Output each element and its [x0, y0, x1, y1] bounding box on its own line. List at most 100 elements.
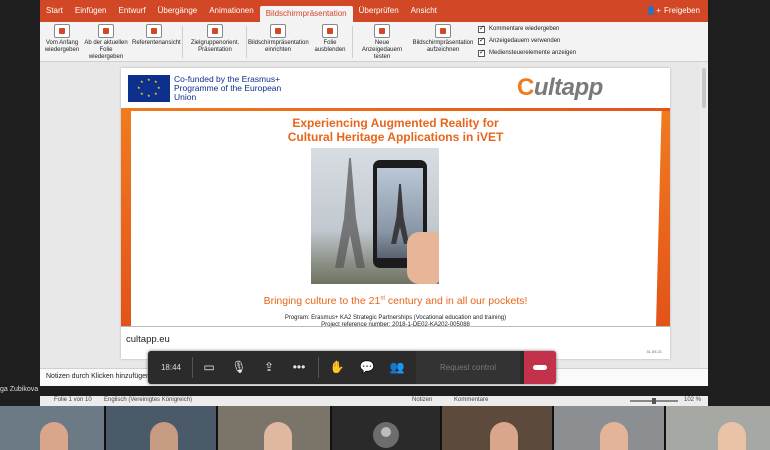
share-button[interactable]: 👤+ Freigeben	[646, 0, 700, 22]
participant-video	[150, 422, 178, 450]
meeting-timer: 18:44	[160, 363, 182, 372]
hand-icon: ✋	[329, 360, 345, 374]
slide-url: cultapp.eu	[126, 334, 170, 345]
ar-phone-photo	[311, 148, 439, 284]
eu-funding-text: Co-funded by the Erasmus+ Programme of t…	[174, 74, 282, 102]
ribbon-separator	[246, 26, 247, 58]
participant-tile[interactable]	[218, 406, 330, 450]
more-icon: •••	[292, 360, 306, 374]
participant-tile[interactable]	[442, 406, 552, 450]
participant-video	[718, 422, 746, 450]
checkbox-icon	[478, 36, 485, 45]
slide-title-line-2: Cultural Heritage Applications in iVET	[287, 130, 504, 144]
phone-tower-shape	[391, 184, 409, 244]
hide-slide-button[interactable]: Folie ausblenden	[310, 24, 350, 54]
participant-tile[interactable]	[106, 406, 216, 450]
setup-show-button[interactable]: Bildschirmpräsentation einrichten	[248, 24, 309, 54]
left-dark-strip	[0, 0, 40, 400]
record-label: Bildschirmpräsentation aufzeichnen	[412, 40, 474, 53]
ribbon-separator	[182, 26, 183, 58]
tab-review[interactable]: Überprüfen	[353, 0, 405, 22]
screen: Start Einfügen Entwurf Übergänge Animati…	[0, 0, 770, 450]
tab-start[interactable]: Start	[40, 0, 69, 22]
microphone-icon: 🎙	[231, 360, 247, 374]
avatar-placeholder-icon	[373, 422, 399, 448]
participants-button[interactable]: 👥	[382, 351, 412, 384]
custom-show-button[interactable]: Zielgruppenorient. Präsentation	[188, 24, 242, 54]
checkbox-icon	[478, 24, 485, 33]
raise-hand-button[interactable]: ✋	[322, 351, 352, 384]
from-start-button[interactable]: Vom Anfang wiedergeben	[44, 24, 80, 54]
from-start-label: Vom Anfang wiedergeben	[44, 40, 80, 53]
play-from-current-icon	[98, 24, 114, 38]
tab-design[interactable]: Entwurf	[113, 0, 152, 22]
logo-initial: C	[517, 74, 534, 101]
tagline-end: century and in all our pockets!	[385, 295, 528, 307]
language-indicator[interactable]: Englisch (Vereinigtes Königreich)	[104, 397, 192, 403]
hand-shape	[407, 232, 439, 284]
participant-tile[interactable]	[0, 406, 104, 450]
from-current-label: Ab der aktuellen Folie wiedergeben	[84, 40, 128, 60]
record-show-button[interactable]: Bildschirmpräsentation aufzeichnen	[412, 24, 474, 54]
slide-date: 31.05.21	[646, 349, 662, 354]
participants-icon: 👥	[389, 360, 405, 374]
chat-icon: 💬	[359, 360, 375, 374]
notes-placeholder: Notizen durch Klicken hinzufügen	[46, 373, 150, 380]
setup-show-icon	[270, 24, 286, 38]
zoom-slider-knob[interactable]	[652, 398, 656, 404]
checkbox-label: Kommentare wiedergeben	[489, 26, 560, 32]
tab-slideshow[interactable]: Bildschirmpräsentation	[259, 6, 353, 22]
camera-button[interactable]: ▭	[194, 351, 224, 384]
status-bar: Folie 1 von 10 Englisch (Vereinigtes Kön…	[40, 396, 708, 406]
rehearse-timings-button[interactable]: Neue Anzeigedauern testen	[354, 24, 410, 61]
footer-divider	[121, 326, 670, 327]
from-current-button[interactable]: Ab der aktuellen Folie wiedergeben	[82, 24, 130, 61]
tab-insert[interactable]: Einfügen	[69, 0, 113, 22]
add-person-icon: 👤+	[646, 6, 661, 15]
ribbon-panel: Vom Anfang wiedergeben Ab der aktuellen …	[40, 22, 708, 62]
presenter-view-label: Referentenansicht	[132, 40, 181, 46]
checkbox-media-controls[interactable]: Mediensteuerelemente anzeigen	[478, 47, 576, 59]
tagline-start: Bringing culture to the 21	[263, 295, 381, 307]
program-line: Program: Erasmus+ KA2 Strategic Partners…	[284, 315, 507, 321]
presenter-name: ga Zubikova	[0, 386, 39, 393]
playback-options: Kommentare wiedergeben Anzeigedauern ver…	[478, 23, 576, 59]
checkbox-label: Anzeigedauern verwenden	[489, 38, 561, 44]
play-from-start-icon	[54, 24, 70, 38]
slide-workspace[interactable]: ★ ★ ★ ★ ★ ★ ★ ★ Co-funded by the Erasmus+ Progr…	[40, 62, 708, 368]
orange-divider	[121, 108, 670, 111]
scrollbar-thumb[interactable]	[702, 68, 706, 108]
cultapp-logo: Cultapp	[517, 74, 603, 102]
checkbox-icon	[478, 48, 485, 57]
zoom-level[interactable]: 102 %	[684, 397, 701, 403]
microphone-button[interactable]: 🎙	[224, 351, 254, 384]
checkbox-use-timings[interactable]: Anzeigedauern verwenden	[478, 35, 576, 47]
vertical-scrollbar[interactable]	[700, 62, 708, 368]
participant-tile[interactable]	[554, 406, 664, 450]
checkbox-label: Mediensteuerelemente anzeigen	[489, 50, 577, 56]
logo-text: ultapp	[533, 74, 604, 101]
zoom-slider[interactable]	[630, 398, 678, 404]
custom-show-label: Zielgruppenorient. Präsentation	[190, 40, 240, 53]
more-options-button[interactable]: •••	[284, 351, 314, 384]
stopwatch-icon	[374, 24, 390, 38]
comments-toggle[interactable]: Kommentare	[454, 397, 488, 403]
tab-animations[interactable]: Animationen	[203, 0, 259, 22]
slide-canvas[interactable]: ★ ★ ★ ★ ★ ★ ★ ★ Co-funded by the Erasmus+ Progr…	[121, 68, 670, 359]
tab-view[interactable]: Ansicht	[405, 0, 443, 22]
ribbon-tab-bar: Start Einfügen Entwurf Übergänge Animati…	[40, 0, 708, 22]
chat-button[interactable]: 💬	[352, 351, 382, 384]
slide-title-line-1: Experiencing Augmented Reality for	[292, 116, 499, 130]
right-dark-strip	[708, 0, 770, 400]
participant-tile[interactable]	[666, 406, 770, 450]
notes-toggle[interactable]: Notizen	[412, 397, 432, 403]
ribbon-separator	[352, 26, 353, 58]
hide-slide-icon	[322, 24, 338, 38]
share-screen-button[interactable]: ⇪	[254, 351, 284, 384]
eiffel-tower-shape	[335, 158, 365, 268]
tab-transitions[interactable]: Übergänge	[152, 0, 204, 22]
request-control-button[interactable]: Request control	[416, 351, 520, 384]
hang-up-button[interactable]	[524, 351, 556, 384]
checkbox-play-narrations[interactable]: Kommentare wiedergeben	[478, 23, 576, 35]
presenter-view-button[interactable]: Referentenansicht	[132, 24, 181, 47]
